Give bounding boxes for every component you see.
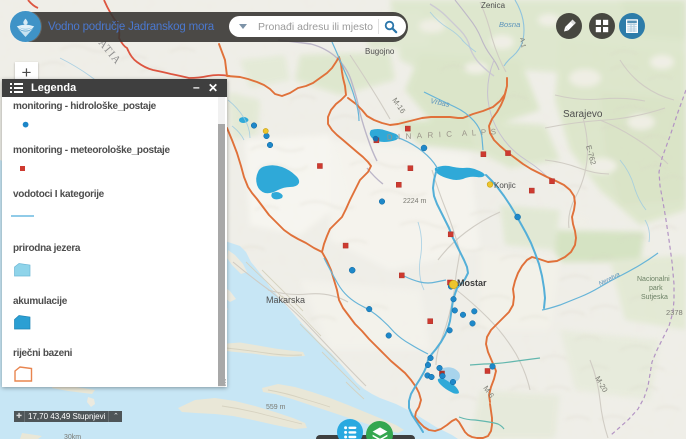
svg-text:park: park [649, 285, 663, 292]
svg-text:Sutjeska: Sutjeska [641, 294, 668, 301]
svg-text:Nacionalni: Nacionalni [637, 276, 670, 283]
svg-text:2224 m: 2224 m [403, 198, 427, 205]
svg-text:Sarajevo: Sarajevo [563, 109, 603, 120]
svg-text:Makarska: Makarska [266, 295, 305, 305]
svg-text:Konjic: Konjic [494, 181, 516, 190]
svg-text:Bosna: Bosna [499, 20, 520, 29]
svg-text:Bugojno: Bugojno [365, 47, 395, 56]
svg-text:2378: 2378 [666, 308, 683, 317]
svg-text:559 m: 559 m [266, 404, 286, 411]
svg-text:Zenica: Zenica [481, 1, 506, 10]
svg-text:Mostar: Mostar [457, 278, 487, 288]
